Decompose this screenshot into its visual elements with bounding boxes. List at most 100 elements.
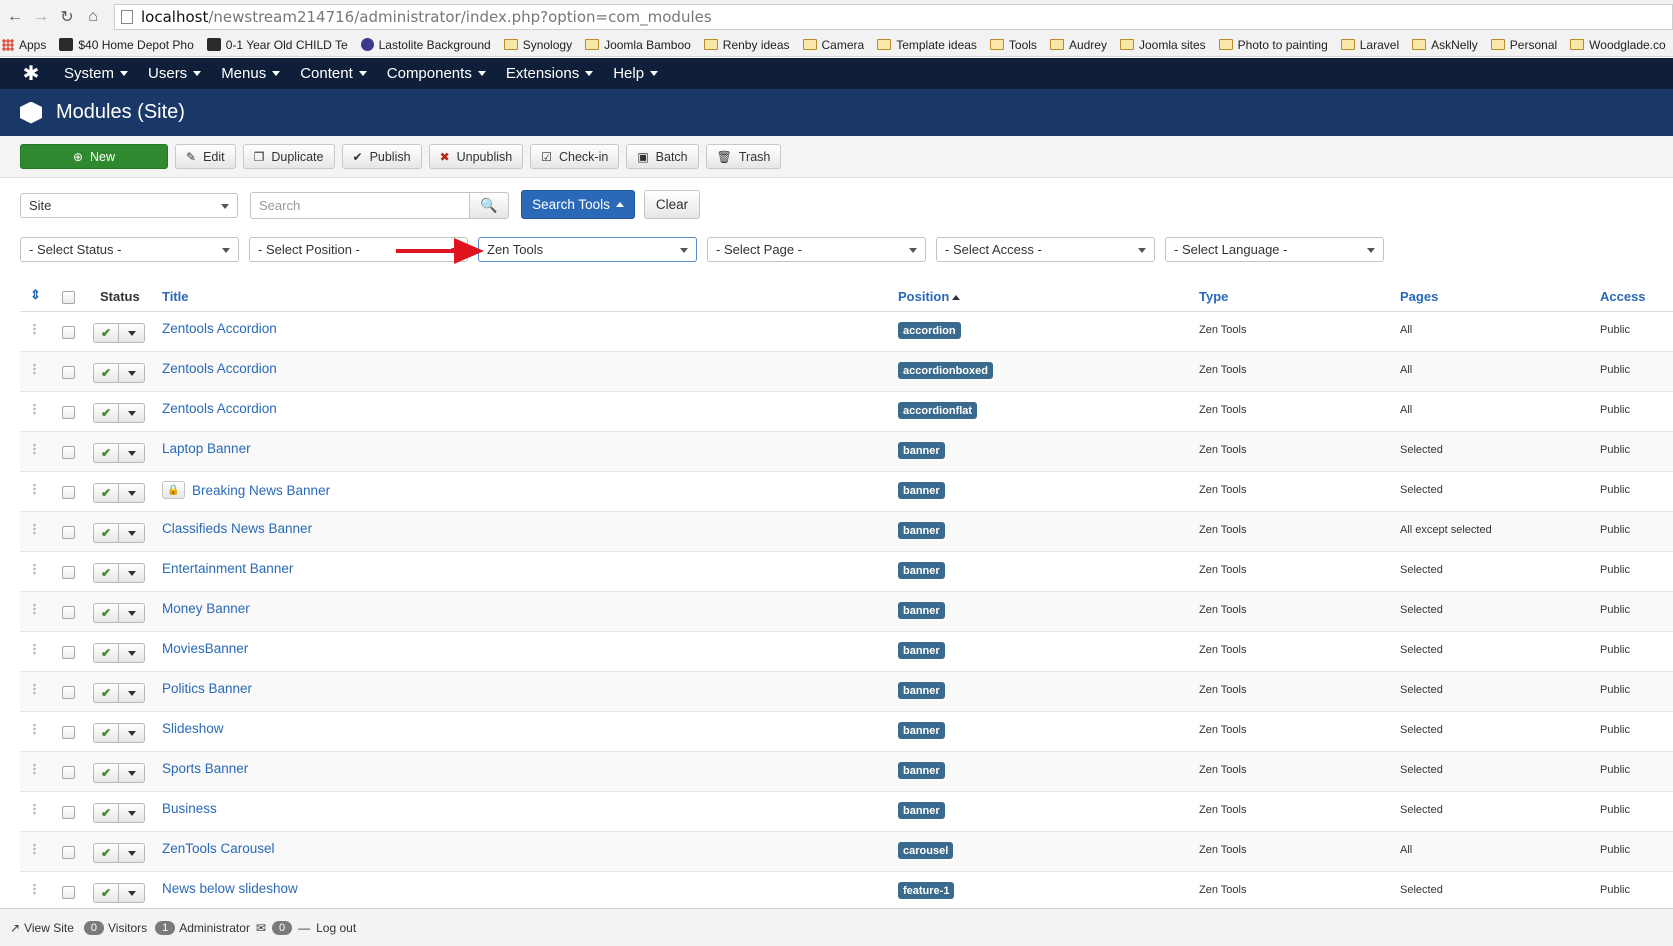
search-button[interactable]: 🔍 <box>469 192 509 219</box>
joomla-logo-icon[interactable]: ✱ <box>18 61 44 87</box>
module-title-link[interactable]: Sports Banner <box>162 761 248 776</box>
bookmark-folder[interactable]: Joomla sites <box>1119 38 1206 52</box>
module-title-link[interactable]: 🔒 Breaking News Banner <box>162 481 330 499</box>
row-checkbox[interactable] <box>62 806 75 819</box>
bookmark-folder[interactable]: Synology <box>503 38 572 52</box>
publish-button[interactable]: ✔ Publish <box>341 144 422 169</box>
status-dropdown-button[interactable] <box>119 763 145 783</box>
trash-button[interactable]: 🗑 Trash <box>705 144 782 169</box>
published-check-icon[interactable]: ✔ <box>93 323 119 343</box>
address-bar[interactable]: localhost /newstream214716/administrator… <box>114 3 1673 30</box>
bookmark-folder[interactable]: AskNelly <box>1412 38 1478 52</box>
drag-handle-icon[interactable] <box>33 483 36 495</box>
row-checkbox[interactable] <box>62 446 75 459</box>
search-input[interactable]: Search <box>250 192 470 219</box>
status-dropdown-button[interactable] <box>119 803 145 823</box>
bookmark-folder[interactable]: Tools <box>989 38 1037 52</box>
menu-extensions[interactable]: Extensions <box>506 65 594 82</box>
published-check-icon[interactable]: ✔ <box>93 843 119 863</box>
bookmark-item[interactable]: $40 Home Depot Pho <box>59 38 194 52</box>
status-dropdown-button[interactable] <box>119 723 145 743</box>
row-checkbox[interactable] <box>62 766 75 779</box>
status-dropdown-button[interactable] <box>119 363 145 383</box>
row-checkbox[interactable] <box>62 846 75 859</box>
menu-users[interactable]: Users <box>148 65 202 82</box>
drag-handle-icon[interactable] <box>33 643 36 655</box>
published-check-icon[interactable]: ✔ <box>93 403 119 423</box>
drag-handle-icon[interactable] <box>33 523 36 535</box>
published-check-icon[interactable]: ✔ <box>93 363 119 383</box>
module-type-filter[interactable]: Zen Tools <box>478 237 697 262</box>
module-title-link[interactable]: News below slideshow <box>162 881 298 896</box>
module-title-link[interactable]: Money Banner <box>162 601 250 616</box>
status-dropdown-button[interactable] <box>119 563 145 583</box>
status-dropdown-button[interactable] <box>119 843 145 863</box>
column-title[interactable]: Title <box>162 289 189 304</box>
column-pages[interactable]: Pages <box>1400 289 1438 304</box>
bookmark-apps[interactable]: Apps <box>0 38 46 52</box>
batch-button[interactable]: ▣ Batch <box>626 144 699 169</box>
module-title-link[interactable]: Slideshow <box>162 721 224 736</box>
status-dropdown-button[interactable] <box>119 643 145 663</box>
bookmark-folder[interactable]: Personal <box>1490 38 1557 52</box>
search-tools-button[interactable]: Search Tools <box>521 190 635 219</box>
bookmark-folder[interactable]: Camera <box>802 38 864 52</box>
duplicate-button[interactable]: ❐ Duplicate <box>242 144 335 169</box>
published-check-icon[interactable]: ✔ <box>93 803 119 823</box>
row-checkbox[interactable] <box>62 326 75 339</box>
lock-icon[interactable]: 🔒 <box>162 481 185 499</box>
published-check-icon[interactable]: ✔ <box>93 723 119 743</box>
menu-menus[interactable]: Menus <box>221 65 281 82</box>
row-checkbox[interactable] <box>62 366 75 379</box>
home-icon[interactable]: ⌂ <box>82 6 104 28</box>
module-title-link[interactable]: Zentools Accordion <box>162 321 277 336</box>
checkin-button[interactable]: ☑ Check-in <box>530 144 620 169</box>
published-check-icon[interactable]: ✔ <box>93 883 119 903</box>
row-checkbox[interactable] <box>62 526 75 539</box>
published-check-icon[interactable]: ✔ <box>93 483 119 503</box>
status-dropdown-button[interactable] <box>119 883 145 903</box>
back-icon[interactable]: ← <box>4 6 26 28</box>
row-checkbox[interactable] <box>62 486 75 499</box>
new-button[interactable]: ⊕ New <box>20 144 168 169</box>
bookmark-folder[interactable]: Audrey <box>1049 38 1107 52</box>
bookmark-folder[interactable]: Joomla Bamboo <box>585 38 691 52</box>
published-check-icon[interactable]: ✔ <box>93 443 119 463</box>
edit-button[interactable]: ✎ Edit <box>175 144 236 169</box>
logout-link[interactable]: Log out <box>316 921 356 935</box>
status-dropdown-button[interactable] <box>119 483 145 503</box>
module-title-link[interactable]: Zentools Accordion <box>162 401 277 416</box>
drag-handle-icon[interactable] <box>33 603 36 615</box>
menu-help[interactable]: Help <box>613 65 659 82</box>
envelope-icon[interactable]: ✉ <box>256 921 266 935</box>
unpublish-button[interactable]: ✖ Unpublish <box>428 144 524 169</box>
row-checkbox[interactable] <box>62 406 75 419</box>
drag-handle-icon[interactable] <box>33 683 36 695</box>
row-checkbox[interactable] <box>62 726 75 739</box>
drag-handle-icon[interactable] <box>33 363 36 375</box>
client-select[interactable]: Site <box>20 193 238 218</box>
published-check-icon[interactable]: ✔ <box>93 643 119 663</box>
bookmark-folder[interactable]: Photo to painting <box>1218 38 1328 52</box>
module-title-link[interactable]: MoviesBanner <box>162 641 248 656</box>
column-position[interactable]: Position <box>898 289 961 304</box>
published-check-icon[interactable]: ✔ <box>93 523 119 543</box>
status-dropdown-button[interactable] <box>119 603 145 623</box>
drag-handle-icon[interactable] <box>33 803 36 815</box>
published-check-icon[interactable]: ✔ <box>93 603 119 623</box>
module-title-link[interactable]: Classifieds News Banner <box>162 521 312 536</box>
status-filter[interactable]: - Select Status - <box>20 237 239 262</box>
published-check-icon[interactable]: ✔ <box>93 563 119 583</box>
row-checkbox[interactable] <box>62 686 75 699</box>
module-title-link[interactable]: Zentools Accordion <box>162 361 277 376</box>
drag-handle-icon[interactable] <box>33 843 36 855</box>
view-site-link[interactable]: View Site <box>24 921 74 935</box>
bookmark-folder[interactable]: Laravel <box>1340 38 1399 52</box>
bookmark-item[interactable]: Lastolite Background <box>360 38 491 52</box>
select-all-checkbox[interactable] <box>62 291 75 304</box>
published-check-icon[interactable]: ✔ <box>93 763 119 783</box>
row-checkbox[interactable] <box>62 606 75 619</box>
status-dropdown-button[interactable] <box>119 683 145 703</box>
menu-system[interactable]: System <box>64 65 129 82</box>
drag-handle-icon[interactable] <box>33 563 36 575</box>
